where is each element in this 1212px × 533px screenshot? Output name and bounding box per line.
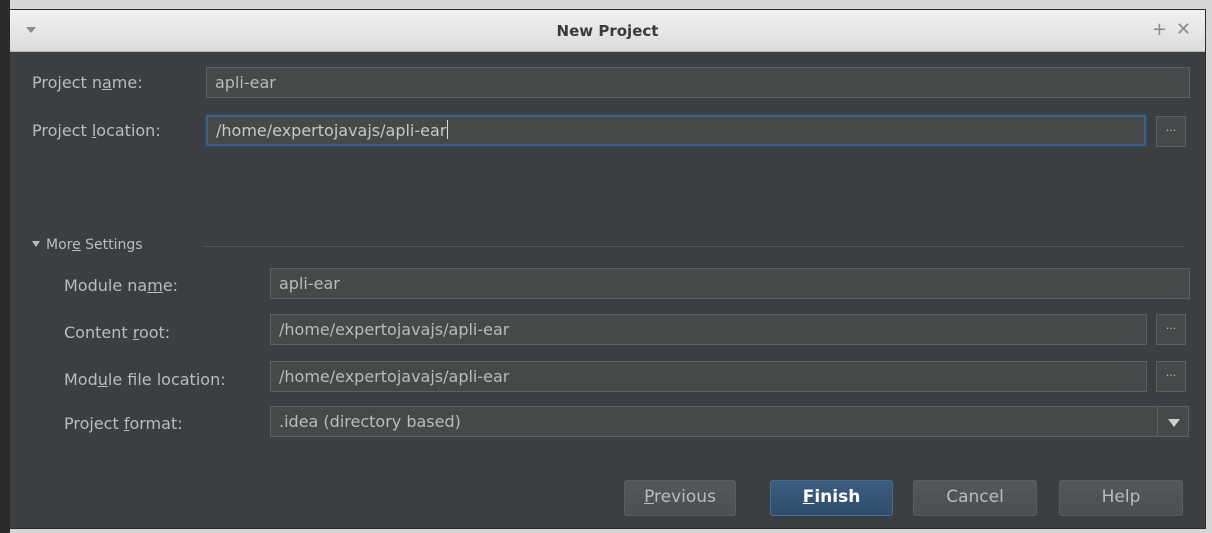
- module-name-label: Module name:: [64, 276, 179, 295]
- project-location-label: Project location:: [32, 121, 161, 140]
- help-button[interactable]: Help: [1059, 480, 1183, 516]
- finish-button[interactable]: Finish: [770, 480, 893, 516]
- content-root-browse-button[interactable]: ···: [1156, 314, 1186, 345]
- cancel-button[interactable]: Cancel: [913, 480, 1037, 516]
- module-file-location-browse-button[interactable]: ···: [1156, 361, 1186, 392]
- project-format-select[interactable]: .idea (directory based): [270, 406, 1158, 437]
- more-settings-divider: [204, 246, 1183, 247]
- more-settings-toggle[interactable]: More Settings: [32, 237, 143, 253]
- module-file-location-label: Module file location:: [64, 370, 226, 389]
- project-name-input[interactable]: apli-ear: [206, 67, 1190, 98]
- new-project-dialog: New Project + ✕ Project name: apli-ear P…: [9, 9, 1206, 529]
- previous-button[interactable]: Previous: [624, 480, 736, 516]
- project-format-dropdown-button[interactable]: [1157, 406, 1189, 437]
- content-root-input[interactable]: /home/expertojavajs/apli-ear: [270, 314, 1147, 345]
- project-name-label: Project name:: [32, 73, 143, 92]
- dialog-title: New Project: [556, 22, 659, 40]
- project-format-label: Project format:: [64, 414, 183, 433]
- maximize-icon[interactable]: +: [1152, 18, 1167, 42]
- project-location-value: /home/expertojavajs/apli-ear: [216, 121, 447, 140]
- text-caret: [447, 120, 449, 139]
- close-icon[interactable]: ✕: [1176, 18, 1191, 42]
- module-name-input[interactable]: apli-ear: [270, 268, 1190, 299]
- project-location-input[interactable]: /home/expertojavajs/apli-ear: [206, 115, 1146, 146]
- dropdown-arrow-icon: [1168, 419, 1180, 427]
- content-root-label: Content root:: [64, 323, 171, 342]
- project-location-browse-button[interactable]: ···: [1156, 116, 1186, 147]
- module-file-location-input[interactable]: /home/expertojavajs/apli-ear: [270, 361, 1147, 392]
- chevron-down-icon: [32, 241, 40, 247]
- title-bar: New Project + ✕: [10, 10, 1205, 52]
